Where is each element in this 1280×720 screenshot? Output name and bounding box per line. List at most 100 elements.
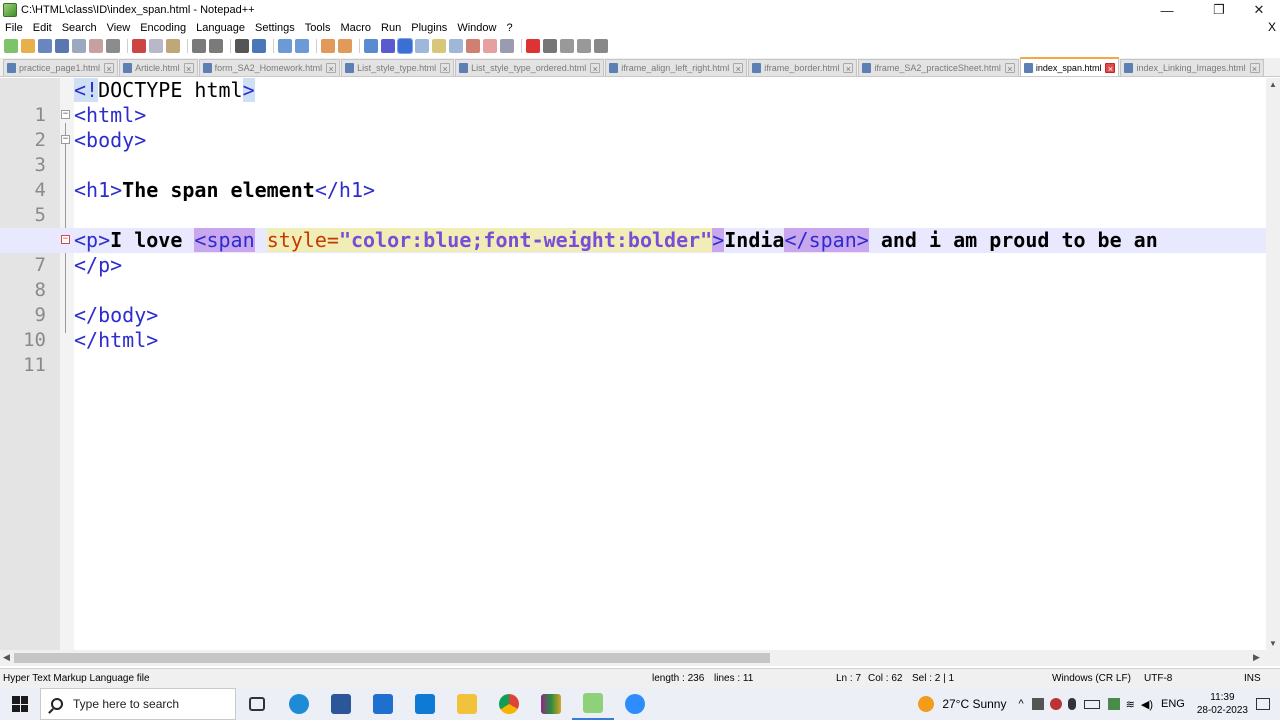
tab-iframe-border[interactable]: iframe_border.html × — [748, 59, 858, 76]
task-view-button[interactable] — [236, 688, 278, 720]
tab-iframe-align[interactable]: iframe_align_left_right.html × — [605, 59, 748, 76]
find-icon[interactable] — [235, 39, 249, 53]
notepadpp-taskbar-button[interactable] — [572, 688, 614, 720]
function-list-icon[interactable] — [449, 39, 463, 53]
menu-settings[interactable]: Settings — [250, 22, 300, 34]
play-macro-icon[interactable] — [560, 39, 574, 53]
tab-close-icon[interactable]: × — [183, 63, 194, 74]
taskbar-search[interactable]: Type here to search — [40, 688, 236, 720]
chrome-button[interactable] — [488, 688, 530, 720]
monitoring-icon[interactable] — [483, 39, 497, 53]
restore-button[interactable]: ❐ — [1200, 0, 1238, 20]
udl-icon[interactable] — [415, 39, 429, 53]
zoom-in-icon[interactable] — [278, 39, 292, 53]
input-language[interactable]: ENG — [1161, 698, 1185, 710]
weather-text[interactable]: 27°C Sunny — [942, 697, 1006, 711]
tray-meet-icon[interactable] — [1049, 698, 1062, 710]
replace-icon[interactable] — [252, 39, 266, 53]
fold-toggle-icon[interactable]: − — [61, 135, 70, 144]
print-icon[interactable] — [106, 39, 120, 53]
scroll-left-icon[interactable]: ◀ — [3, 652, 10, 663]
tab-close-icon[interactable]: × — [1105, 62, 1116, 74]
notifications-icon[interactable] — [1256, 698, 1270, 710]
tab-index-linking-images[interactable]: index_Linking_Images.html × — [1120, 59, 1264, 76]
tab-list-style-type[interactable]: List_style_type.html × — [341, 59, 455, 76]
save-icon[interactable] — [38, 39, 52, 53]
record-macro-icon[interactable] — [526, 39, 540, 53]
line-ending[interactable]: Windows (CR LF) — [1052, 673, 1131, 684]
close-all-icon[interactable] — [89, 39, 103, 53]
show-hidden-icons-icon[interactable]: ^ — [1018, 698, 1023, 710]
tray-app-icon[interactable] — [1031, 698, 1044, 710]
menu-search[interactable]: Search — [57, 22, 102, 34]
doc-map-icon[interactable] — [432, 39, 446, 53]
tab-index-span[interactable]: index_span.html × — [1019, 57, 1120, 76]
tab-close-icon[interactable]: × — [590, 63, 601, 74]
tab-list-style-type-ordered[interactable]: List_style_type_ordered.html × — [455, 59, 605, 76]
scroll-up-icon[interactable]: ▲ — [1269, 80, 1277, 89]
tab-close-icon[interactable]: × — [326, 63, 337, 74]
redo-icon[interactable] — [209, 39, 223, 53]
tab-article[interactable]: Article.html × — [119, 59, 198, 76]
save-macro-icon[interactable] — [594, 39, 608, 53]
winrar-button[interactable] — [530, 688, 572, 720]
tab-close-icon[interactable]: × — [733, 63, 744, 74]
volume-icon[interactable]: ◀) — [1141, 698, 1153, 711]
save-all-icon[interactable] — [55, 39, 69, 53]
menu-tools[interactable]: Tools — [300, 22, 336, 34]
microphone-icon[interactable] — [1067, 698, 1076, 710]
tray-editor-icon[interactable] — [1107, 698, 1120, 710]
menu-language[interactable]: Language — [191, 22, 250, 34]
stop-macro-icon[interactable] — [543, 39, 557, 53]
menu-encoding[interactable]: Encoding — [135, 22, 191, 34]
scroll-down-icon[interactable]: ▼ — [1269, 639, 1277, 648]
menu-help[interactable]: ? — [501, 22, 517, 34]
paste-icon[interactable] — [166, 39, 180, 53]
view-icon[interactable] — [500, 39, 514, 53]
sync-vertical-icon[interactable] — [321, 39, 335, 53]
clock[interactable]: 11:39 28-02-2023 — [1197, 691, 1248, 717]
menu-macro[interactable]: Macro — [335, 22, 376, 34]
code-editor[interactable]: 1 <!DOCTYPE html> 2 − <html> 3 − <body> … — [0, 78, 1266, 650]
scroll-right-icon[interactable]: ▶ — [1253, 652, 1260, 663]
show-all-chars-icon[interactable] — [381, 39, 395, 53]
menu-plugins[interactable]: Plugins — [406, 22, 452, 34]
close-document-button[interactable]: X — [1268, 20, 1276, 34]
tab-close-icon[interactable]: × — [440, 63, 451, 74]
open-file-icon[interactable] — [21, 39, 35, 53]
copy-icon[interactable] — [149, 39, 163, 53]
tab-form-sa2-homework[interactable]: form_SA2_Homework.html × — [198, 59, 341, 76]
tab-close-icon[interactable]: × — [104, 63, 115, 74]
undo-icon[interactable] — [192, 39, 206, 53]
wifi-icon[interactable]: ≋ — [1126, 698, 1135, 711]
store-button[interactable] — [362, 688, 404, 720]
file-explorer-button[interactable] — [446, 688, 488, 720]
word-wrap-icon[interactable] — [364, 39, 378, 53]
horizontal-scroll-thumb[interactable] — [14, 653, 770, 663]
menu-run[interactable]: Run — [376, 22, 406, 34]
battery-icon[interactable] — [1083, 699, 1100, 709]
mail-button[interactable] — [404, 688, 446, 720]
start-button[interactable] — [0, 688, 40, 720]
new-file-icon[interactable] — [4, 39, 18, 53]
close-button[interactable]: ✕ — [1240, 0, 1278, 20]
zoom-button[interactable] — [614, 688, 656, 720]
menu-edit[interactable]: Edit — [28, 22, 57, 34]
cut-icon[interactable] — [132, 39, 146, 53]
run-macro-multiple-icon[interactable] — [577, 39, 591, 53]
menu-file[interactable]: File — [0, 22, 28, 34]
sync-horizontal-icon[interactable] — [338, 39, 352, 53]
tab-iframe-sa2-practice[interactable]: iframe_SA2_practiceSheet.html × — [858, 59, 1019, 76]
menu-view[interactable]: View — [102, 22, 136, 34]
fold-toggle-icon[interactable]: − — [61, 110, 70, 119]
menu-window[interactable]: Window — [452, 22, 501, 34]
horizontal-scrollbar[interactable]: ◀ ▶ — [0, 650, 1280, 666]
insert-mode[interactable]: INS — [1244, 673, 1261, 684]
folder-workspace-icon[interactable] — [466, 39, 480, 53]
tab-close-icon[interactable]: × — [843, 63, 854, 74]
fold-toggle-icon[interactable]: − — [61, 235, 70, 244]
vertical-scrollbar[interactable]: ▲ ▼ — [1266, 78, 1280, 650]
zoom-out-icon[interactable] — [295, 39, 309, 53]
close-file-icon[interactable] — [72, 39, 86, 53]
indent-guide-icon[interactable] — [397, 38, 413, 54]
